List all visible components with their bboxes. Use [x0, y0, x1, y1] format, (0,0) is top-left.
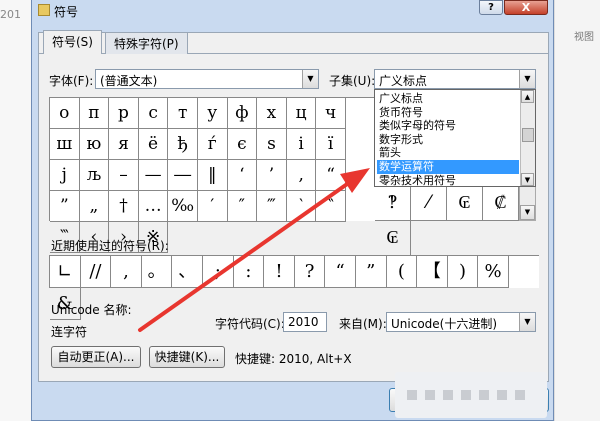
- arrow-head-icon: [340, 168, 370, 193]
- arrow-shaft: [138, 180, 352, 332]
- annotation-arrow: [138, 168, 370, 332]
